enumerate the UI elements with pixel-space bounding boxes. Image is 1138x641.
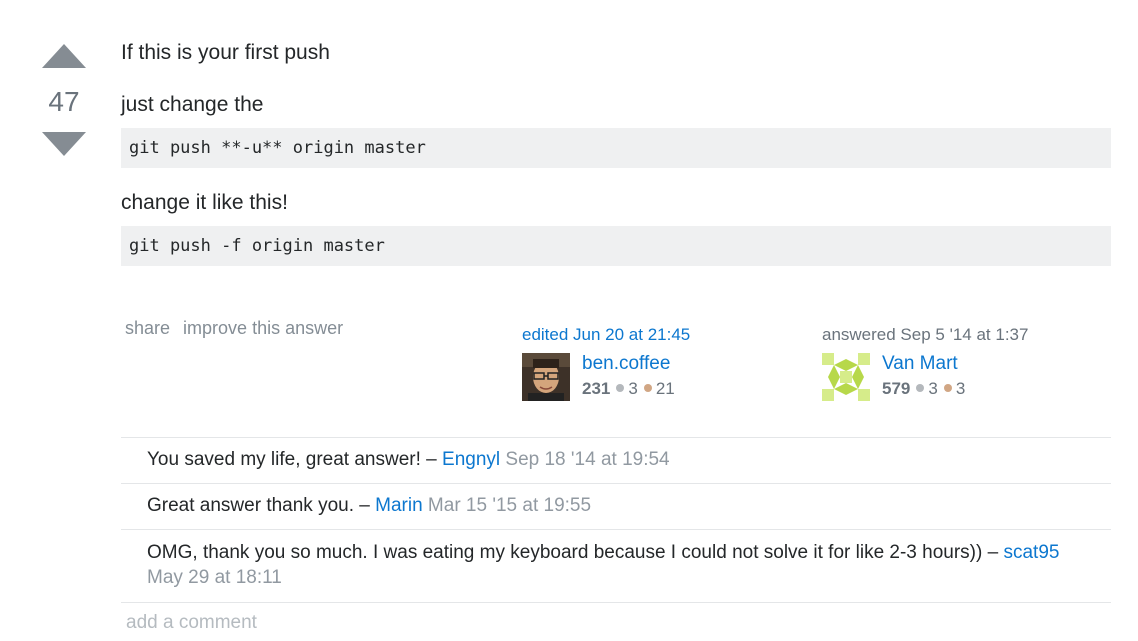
bronze-badge-count: 21 xyxy=(655,379,675,398)
reputation-score: 579 xyxy=(882,379,911,398)
share-link[interactable]: share xyxy=(125,318,170,338)
comment-user-link[interactable]: Marin xyxy=(375,495,423,516)
answer-paragraph: just change the xyxy=(121,93,264,116)
silver-badge-icon xyxy=(616,384,625,392)
post-menu: share improve this answer xyxy=(125,318,351,339)
user-stats: 579 3 3 xyxy=(882,379,971,399)
post-meta: share improve this answer edited Jun 20 … xyxy=(121,318,1111,418)
silver-badge-icon xyxy=(916,384,925,392)
answered-timestamp: answered Sep 5 '14 at 1:37 xyxy=(822,325,1029,344)
comment-user-link[interactable]: scat95 xyxy=(1003,542,1059,563)
answer-body: If this is your first push just change t… xyxy=(121,36,1111,266)
answer-paragraph: change it like this! xyxy=(121,191,288,214)
comment-user-link[interactable]: Engnyl xyxy=(442,449,500,470)
reputation-score: 231 xyxy=(582,379,611,398)
comment: OMG, thank you so much. I was eating my … xyxy=(121,529,1111,603)
comment: You saved my life, great answer! – Engny… xyxy=(121,437,1111,483)
edited-signature: edited Jun 20 at 21:45 ben.coffee 231 3 21 xyxy=(522,324,752,401)
user-name-link[interactable]: ben.coffee xyxy=(582,353,670,375)
vote-column: 47 xyxy=(38,44,90,156)
user-stats: 231 3 21 xyxy=(582,379,681,399)
vote-count: 47 xyxy=(48,86,80,117)
editor-user-card: ben.coffee 231 3 21 xyxy=(522,353,752,401)
answered-signature: answered Sep 5 '14 at 1:37 Van Mart 579 … xyxy=(822,324,1052,401)
upvote-arrow-icon[interactable] xyxy=(42,44,86,68)
silver-badge-count: 3 xyxy=(928,379,938,398)
comment-date[interactable]: Sep 18 '14 at 19:54 xyxy=(505,449,669,470)
avatar[interactable] xyxy=(522,353,570,401)
bronze-badge-count: 3 xyxy=(955,379,966,398)
author-user-card: Van Mart 579 3 3 xyxy=(822,353,1052,401)
comment-date[interactable]: Mar 15 '15 at 19:55 xyxy=(428,495,591,516)
user-name-link[interactable]: Van Mart xyxy=(882,353,958,375)
comment-text: Great answer thank you. – xyxy=(147,495,376,516)
improve-answer-link[interactable]: improve this answer xyxy=(183,318,343,338)
identicon-avatar[interactable] xyxy=(822,353,870,401)
comment: Great answer thank you. – Marin Mar 15 '… xyxy=(121,483,1111,529)
bronze-badge-icon xyxy=(943,384,952,392)
add-comment-link[interactable]: add a comment xyxy=(126,612,257,634)
comment-date[interactable]: May 29 at 18:11 xyxy=(147,567,282,588)
answer-container: 47 If this is your first push just chang… xyxy=(0,0,1138,641)
comment-text: You saved my life, great answer! – xyxy=(147,449,443,470)
code-block: git push **-u** origin master xyxy=(121,128,1111,168)
downvote-arrow-icon[interactable] xyxy=(42,132,86,156)
comments-list: You saved my life, great answer! – Engny… xyxy=(121,437,1111,603)
silver-badge-count: 3 xyxy=(628,379,638,398)
edited-timestamp-link[interactable]: edited Jun 20 at 21:45 xyxy=(522,324,752,346)
comment-text: OMG, thank you so much. I was eating my … xyxy=(147,542,1004,563)
answer-paragraph: If this is your first push xyxy=(121,41,330,64)
bronze-badge-icon xyxy=(643,384,652,392)
code-block: git push -f origin master xyxy=(121,226,1111,266)
